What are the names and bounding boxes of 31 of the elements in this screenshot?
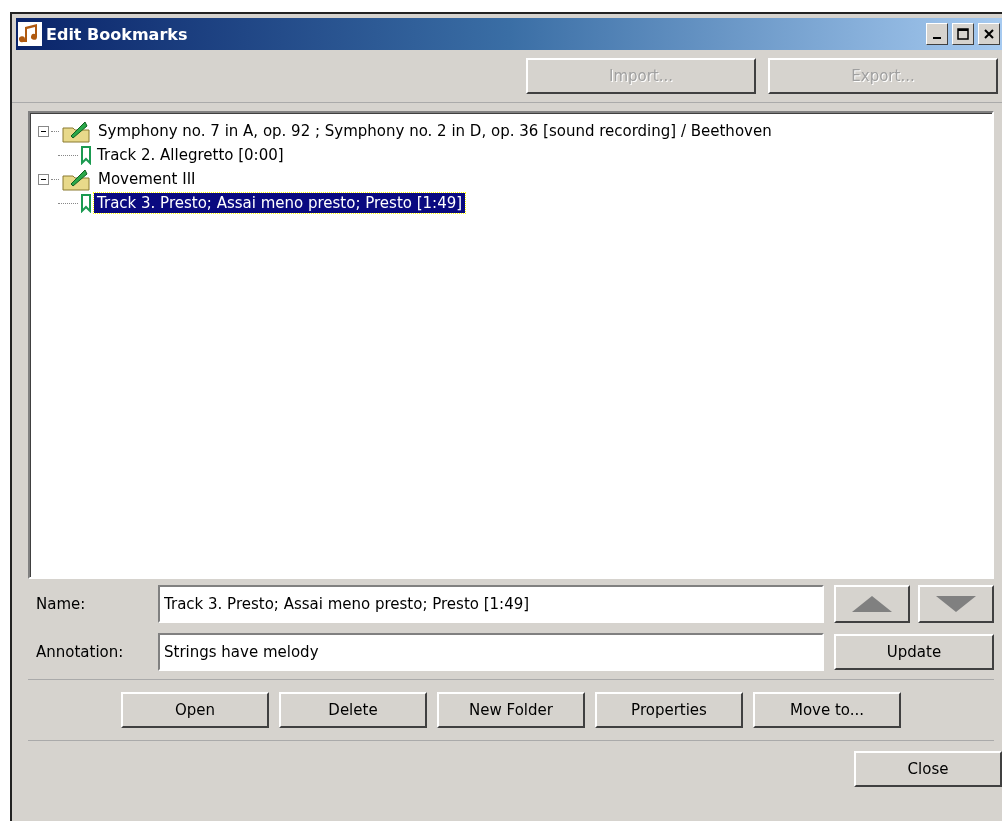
tree-item[interactable]: Movement III: [95, 169, 199, 189]
collapse-toggle[interactable]: [38, 173, 49, 185]
annotation-label: Annotation:: [35, 643, 125, 661]
annotation-field[interactable]: Strings have melody: [158, 633, 824, 671]
minimize-button[interactable]: [926, 23, 948, 45]
name-field[interactable]: Track 3. Presto; Assai meno presto; Presto [1:49]: [158, 585, 824, 623]
maximize-button[interactable]: [952, 23, 974, 45]
close-button[interactable]: [978, 23, 1000, 45]
action-button[interactable]: New Folder: [437, 692, 585, 728]
close-icon: [983, 28, 995, 40]
action-button[interactable]: Properties: [595, 692, 743, 728]
action-button[interactable]: Delete: [279, 692, 427, 728]
close-dialog-button[interactable]: Close: [854, 751, 1002, 787]
name-label: Name:: [35, 595, 87, 613]
triangle-up-icon: [850, 594, 894, 614]
action-button[interactable]: Open: [121, 692, 269, 728]
bookmark-icon: [80, 145, 92, 165]
action-button[interactable]: Move to...: [753, 692, 901, 728]
triangle-down-icon: [934, 594, 978, 614]
collapse-toggle[interactable]: [38, 125, 49, 137]
bookmark-icon: [80, 193, 92, 213]
music-note-icon: [18, 22, 42, 46]
window-title: Edit Bookmarks: [46, 24, 189, 44]
tree-item[interactable]: Track 3. Presto; Assai meno presto; Presto [1:49]: [94, 193, 466, 213]
maximize-icon: [957, 28, 969, 40]
tree-item[interactable]: Track 2. Allegretto [0:00]: [94, 145, 287, 165]
update-button[interactable]: Update: [834, 634, 994, 670]
move-down-button[interactable]: [918, 585, 994, 623]
move-up-button[interactable]: [834, 585, 910, 623]
minimize-icon: [933, 37, 941, 39]
tree-item[interactable]: Symphony no. 7 in A, op. 92 ; Symphony no. 2 in D, op. 36 [sound recording] / Beethoven: [95, 121, 775, 141]
